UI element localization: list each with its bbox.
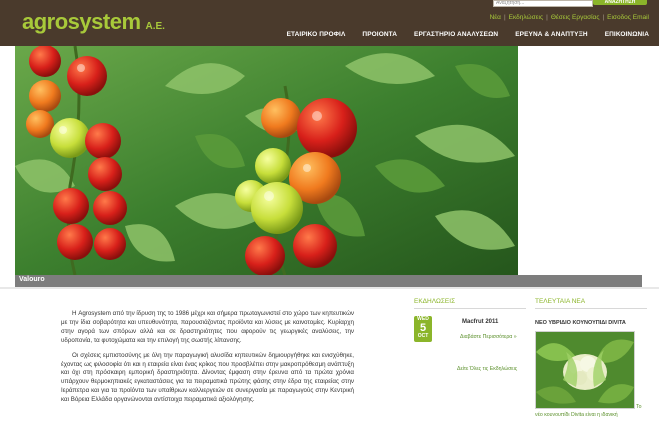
top-link-news[interactable]: Νέα [490,14,501,21]
divider [0,287,659,289]
hero-caption-bar [15,275,642,287]
search-input[interactable]: Αναζήτηση... [493,0,593,7]
logo-suffix: A.E. [145,21,165,32]
event-read-more-link[interactable]: Διαβάστε Περισσότερα » [460,334,517,340]
top-link-jobs[interactable]: Θέσεις Εργασίας [551,14,600,21]
event-title[interactable]: Macfrut 2011 [462,319,498,325]
intro-paragraph-2: Οι σχέσεις εμπιστοσύνης με όλη την παραγ… [61,351,354,404]
event-month: OCT [417,333,429,339]
separator: | [546,14,548,21]
cauliflower-illustration [536,332,634,408]
all-events-link[interactable]: Δείτε Όλες τις Εκδηλώσεις [457,366,517,372]
tomato-plant-illustration [15,46,518,275]
hero-right-blank [518,46,659,275]
site-header: agrosystem A.E. Αναζήτηση... ΑΝΑΖΗΤΗΣΗ Ν… [0,0,659,46]
news-headline[interactable]: ΝΕΟ ΥΒΡΙΔΙΟ ΚΟΥΝΟΥΠΙΔΙ DIVITA [535,320,626,326]
events-title: ΕΚΔΗΛΩΣΕΙΣ [414,298,456,305]
nav-item-lab[interactable]: ΕΡΓΑΣΤΗΡΙΟ ΑΝΑΛΥΣΕΩΝ [414,31,498,38]
hero-image[interactable] [15,46,518,275]
logo-text: agrosystem [22,9,141,34]
search-button[interactable]: ΑΝΑΖΗΤΗΣΗ [593,0,647,5]
main-nav: ΕΤΑΙΡΙΚΟ ΠΡΟΦΙΛ ΠΡΟΙΟΝΤΑ ΕΡΓΑΣΤΗΡΙΟ ΑΝΑΛ… [270,31,649,38]
nav-item-contact[interactable]: ΕΠΙΚΟΙΝΩΝΙΑ [605,31,649,38]
nav-item-company-profile[interactable]: ΕΤΑΙΡΙΚΟ ΠΡΟΦΙΛ [287,31,346,38]
separator: | [503,14,506,21]
separator: | [602,14,605,21]
top-links: Νέα | Εκδηλώσεις | Θέσεις Εργασίας | Εισ… [490,14,649,21]
hero-caption: Valouro [19,276,45,283]
nav-item-products[interactable]: ΠΡΟΙΟΝΤΑ [362,31,397,38]
divider [535,308,647,309]
event-date-badge: WED 5 OCT [414,316,432,342]
site-logo[interactable]: agrosystem A.E. [22,9,165,35]
top-link-email[interactable]: Εισοδος Email [607,14,649,21]
intro-text: Η Agrosystem από την ίδρυση της το 1986 … [61,310,354,411]
news-title: ΤΕΛΕΥΤΑΙΑ ΝΕΑ [535,298,586,305]
intro-paragraph-1: Η Agrosystem από την ίδρυση της το 1986 … [61,310,354,344]
event-day: 5 [419,322,427,334]
news-description[interactable]: νέο κουνουπίδι Divita είναι η ιδανική [535,412,618,418]
news-image[interactable] [535,331,635,409]
news-more-text[interactable]: Το [636,404,641,410]
divider [414,308,526,309]
top-link-events[interactable]: Εκδηλώσεις [509,14,543,21]
nav-item-research[interactable]: ΕΡΕΥΝΑ & ΑΝΑΠΤΥΞΗ [515,31,587,38]
